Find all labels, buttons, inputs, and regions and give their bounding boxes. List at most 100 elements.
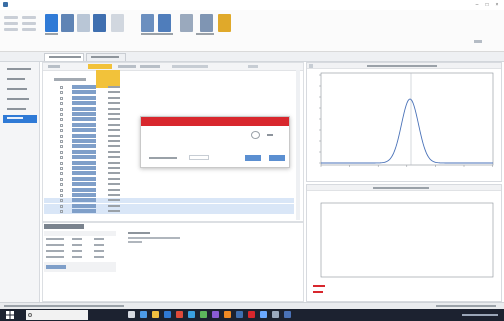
- sample-row-name: [72, 171, 96, 176]
- sample-row-checkbox[interactable]: [60, 188, 63, 192]
- windows-start-icon[interactable]: [6, 311, 14, 319]
- close-button[interactable]: ×: [494, 2, 500, 8]
- sample-row[interactable]: [44, 203, 294, 209]
- taskbar-search-input[interactable]: [26, 310, 88, 320]
- tab-1[interactable]: [44, 53, 84, 61]
- ribbon-button-3[interactable]: [77, 14, 90, 32]
- sample-row-checkbox[interactable]: [60, 210, 63, 214]
- list-toolbar-button-highlight[interactable]: [88, 64, 112, 69]
- sample-row-checkbox[interactable]: [60, 102, 63, 106]
- tab-2[interactable]: [86, 53, 126, 61]
- taskbar-app-icon[interactable]: [188, 311, 195, 318]
- taskbar-app-icon[interactable]: [260, 311, 267, 318]
- sample-row-checkbox[interactable]: [60, 140, 63, 143]
- ribbon-button-7[interactable]: [158, 14, 171, 32]
- ribbon-small-button-6[interactable]: [22, 28, 36, 31]
- sample-row[interactable]: [44, 85, 294, 90]
- taskbar-app-icon[interactable]: [236, 311, 243, 318]
- taskbar-app-icon[interactable]: [248, 311, 255, 318]
- ribbon-small-button-5[interactable]: [22, 22, 36, 25]
- sample-row[interactable]: [44, 171, 294, 176]
- sample-row-checkbox[interactable]: [60, 118, 63, 122]
- nav-item-active[interactable]: [3, 115, 37, 123]
- sample-row-checkbox[interactable]: [60, 107, 63, 111]
- dialog-cancel-button[interactable]: [269, 155, 285, 161]
- list-toolbar-button-5[interactable]: [172, 65, 208, 68]
- sample-row-checkbox[interactable]: [60, 96, 63, 100]
- sample-row-checkbox[interactable]: [60, 145, 63, 149]
- sample-row[interactable]: [44, 209, 294, 215]
- sample-row[interactable]: [44, 106, 294, 112]
- sample-row-checkbox[interactable]: [60, 172, 63, 176]
- nav-item-3[interactable]: [3, 86, 37, 93]
- ribbon-small-button-3[interactable]: [4, 28, 18, 31]
- sample-row-checkbox[interactable]: [60, 134, 63, 138]
- sample-row-checkbox[interactable]: [60, 161, 63, 165]
- list-scrollbar[interactable]: [296, 70, 300, 220]
- ribbon-button-2[interactable]: [61, 14, 74, 32]
- column-header-name[interactable]: [54, 78, 86, 81]
- list-toolbar-button-1[interactable]: [48, 65, 60, 68]
- sample-row[interactable]: [44, 198, 294, 204]
- sample-row[interactable]: [44, 95, 294, 101]
- minimize-button[interactable]: –: [474, 2, 480, 8]
- nav-item-5[interactable]: [3, 106, 37, 113]
- system-tray[interactable]: [462, 312, 500, 318]
- maximize-button[interactable]: □: [484, 2, 490, 8]
- sample-row-checkbox[interactable]: [60, 183, 63, 187]
- taskbar-app-icon[interactable]: [212, 311, 219, 318]
- sample-row-checkbox[interactable]: [60, 86, 63, 89]
- sample-row-checkbox[interactable]: [60, 123, 63, 127]
- dialog-ok-button[interactable]: [245, 155, 261, 161]
- secondary-plot[interactable]: [307, 191, 501, 301]
- ribbon-button-8[interactable]: [180, 14, 193, 32]
- sample-row-checkbox[interactable]: [60, 194, 63, 197]
- sample-row-checkbox[interactable]: [60, 177, 63, 181]
- sample-row-checkbox[interactable]: [60, 129, 63, 133]
- sample-row-checkbox[interactable]: [60, 204, 63, 208]
- nav-item-4[interactable]: [3, 96, 37, 103]
- ribbon-button-acquire[interactable]: [45, 14, 58, 32]
- sample-row[interactable]: [44, 176, 294, 182]
- taskbar-app-icon[interactable]: [128, 311, 135, 318]
- taskbar-app-icon[interactable]: [224, 311, 231, 318]
- spectrum-plot[interactable]: [307, 69, 501, 181]
- details-toolbar[interactable]: [44, 224, 84, 229]
- taskbar-app-icon[interactable]: [140, 311, 147, 318]
- sample-row[interactable]: [44, 187, 294, 193]
- sample-row-checkbox[interactable]: [60, 156, 63, 160]
- sample-row-value: [108, 156, 120, 159]
- taskbar-app-icon[interactable]: [272, 311, 279, 318]
- sample-row[interactable]: [44, 193, 294, 198]
- list-toolbar-button-3[interactable]: [118, 65, 136, 68]
- ribbon-button-9[interactable]: [200, 14, 213, 32]
- details-summary-cell[interactable]: [46, 265, 66, 269]
- taskbar-app-icon[interactable]: [200, 311, 207, 318]
- sample-row[interactable]: [44, 90, 294, 95]
- list-toolbar-button-6[interactable]: [248, 65, 258, 68]
- ribbon-small-button-1[interactable]: [4, 16, 18, 19]
- sample-row-checkbox[interactable]: [60, 150, 63, 154]
- sample-row-checkbox[interactable]: [60, 167, 63, 170]
- spectrum-plot-pin-icon[interactable]: [309, 64, 313, 68]
- ribbon-small-button-2[interactable]: [4, 22, 18, 25]
- taskbar-app-icon[interactable]: [164, 311, 171, 318]
- sample-row-checkbox[interactable]: [60, 199, 63, 203]
- nav-item-1[interactable]: [3, 66, 37, 73]
- ribbon-button-5[interactable]: [111, 14, 124, 32]
- nav-item-2[interactable]: [3, 76, 37, 83]
- ribbon-button-6[interactable]: [141, 14, 154, 32]
- taskbar-app-icon[interactable]: [152, 311, 159, 318]
- dialog-field-input[interactable]: [189, 155, 209, 160]
- sample-row-checkbox[interactable]: [60, 91, 63, 95]
- sample-row-checkbox[interactable]: [60, 113, 63, 116]
- sample-row[interactable]: [44, 101, 294, 106]
- ribbon-collapse-icon[interactable]: [474, 40, 482, 43]
- ribbon-button-4[interactable]: [93, 14, 106, 32]
- sample-row[interactable]: [44, 182, 294, 187]
- ribbon-small-button-4[interactable]: [22, 16, 36, 19]
- taskbar-app-icon[interactable]: [176, 311, 183, 318]
- taskbar-app-icon[interactable]: [284, 311, 291, 318]
- ribbon-button-10[interactable]: [218, 14, 231, 32]
- list-toolbar-button-4[interactable]: [140, 65, 160, 68]
